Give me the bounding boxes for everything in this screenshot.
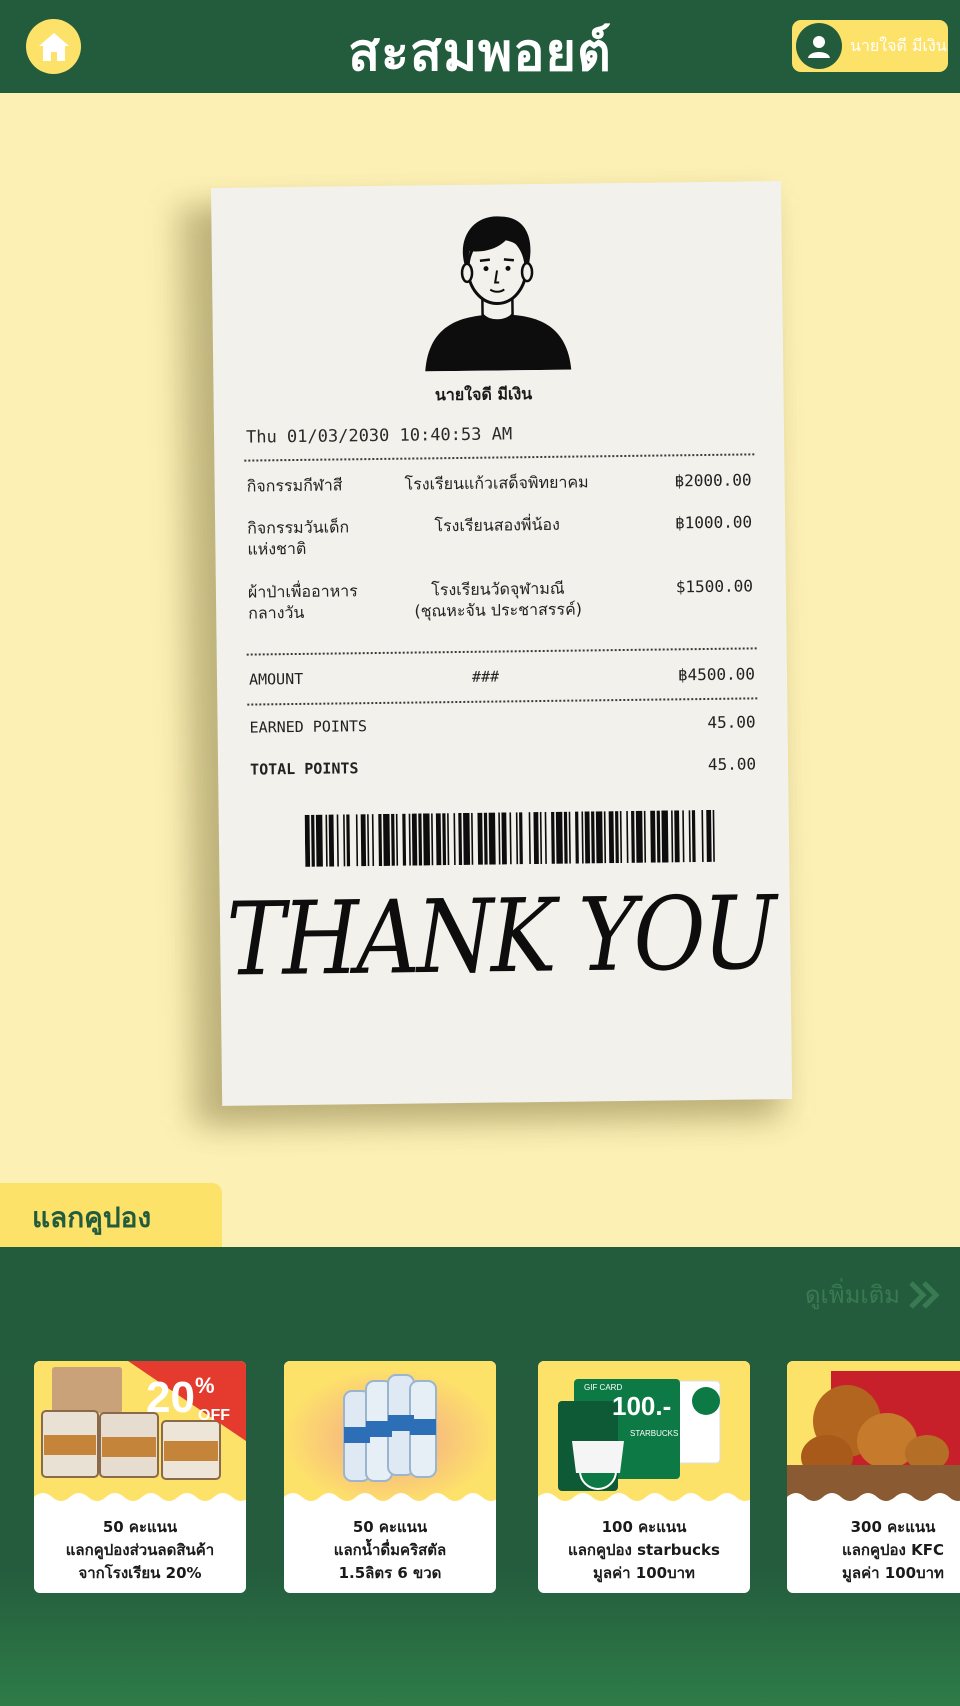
- gift-card-value: 100.-: [612, 1391, 672, 1421]
- receipt-user-name: นายใจดี มีเงิน: [434, 384, 533, 405]
- item-activity: กิจกรรมกีฬาสี: [246, 475, 343, 496]
- see-more-link[interactable]: ดูเพิ่มเติม: [805, 1275, 942, 1314]
- coupon-card[interactable]: 300 คะแนน แลกคูปอง KFC มูลค่า 100บาท: [787, 1361, 960, 1593]
- item-amount: ฿2000.00: [674, 470, 752, 491]
- coupon-card[interactable]: 50 คะแนน แลกน้ำดื่มคริสตัล 1.5ลิตร 6 ขวด: [284, 1361, 496, 1593]
- receipt-item: กิจกรรมวันเด็กแห่งชาติ โรงเรียนสองพี่น้อ…: [247, 511, 752, 558]
- receipt-datetime: Thu 01/03/2030 10:40:53 AM: [245, 424, 513, 448]
- coupon-image-kfc-chicken: [787, 1361, 960, 1501]
- coupon-detail: มูลค่า 100บาท: [842, 1564, 944, 1582]
- item-school: โรงเรียนสองพี่น้อง: [434, 514, 560, 536]
- coupon-card-text: 50 คะแนน แลกน้ำดื่มคริสตัล 1.5ลิตร 6 ขวด: [284, 1516, 496, 1585]
- coupon-card-text: 100 คะแนน แลกคูปอง starbucks มูลค่า 100บ…: [538, 1516, 750, 1585]
- coupon-image-starbucks-card: GIF CARD 100.- STARBUCKS CARD: [538, 1361, 750, 1501]
- item-school: โรงเรียนแก้วเสด็จพิทยาคม: [404, 472, 589, 494]
- coupon-title: แลกคูปอง KFC: [842, 1541, 944, 1559]
- receipt: นายใจดี มีเงิน Thu 01/03/2030 10:40:53 A…: [211, 181, 793, 1106]
- coupon-detail: มูลค่า 100บาท: [593, 1564, 695, 1582]
- card-wave-divider: [538, 1493, 750, 1507]
- coupon-points: 300 คะแนน: [850, 1518, 936, 1536]
- amount-label: AMOUNT: [248, 669, 304, 689]
- item-activity: กิจกรรมวันเด็กแห่งชาติ: [247, 517, 350, 559]
- discount-badge-number: 20: [146, 1373, 195, 1422]
- item-school: โรงเรียนวัดจุฬามณี (ชุณหะจัน ประชาสรรค์): [414, 578, 583, 621]
- coupon-card-text: 300 คะแนน แลกคูปอง KFC มูลค่า 100บาท: [787, 1516, 960, 1585]
- item-activity: ผ้าป่าเพื่ออาหารกลางวัน: [247, 581, 358, 623]
- coupon-points: 50 คะแนน: [102, 1518, 178, 1536]
- total-points-value: 45.00: [707, 754, 757, 774]
- coupon-detail: จากโรงเรียน 20%: [78, 1564, 202, 1582]
- item-amount: $1500.00: [675, 576, 754, 597]
- coupon-detail: 1.5ลิตร 6 ขวด: [338, 1564, 442, 1582]
- double-chevron-right-icon: [909, 1280, 940, 1309]
- coupon-section-title: แลกคูปอง: [32, 1201, 152, 1234]
- coupon-section-tab: แลกคูปอง: [0, 1183, 222, 1247]
- coupon-points: 50 คะแนน: [352, 1518, 428, 1536]
- discount-badge-off: OFF: [198, 1407, 230, 1424]
- coupon-image-water-bottles: [284, 1361, 496, 1501]
- discount-badge-percent: %: [194, 1373, 215, 1398]
- barcode: [304, 809, 715, 867]
- user-profile-button[interactable]: นายใจดี มีเงิน: [792, 20, 948, 72]
- see-more-label: ดูเพิ่มเติม: [804, 1281, 900, 1309]
- card-wave-divider: [787, 1493, 960, 1507]
- thank-you-text: THANK YOU: [225, 873, 775, 999]
- amount-total: ฿4500.00: [677, 664, 756, 685]
- user-icon: [796, 23, 842, 69]
- gift-card-brand: STARBUCKS CARD: [630, 1429, 704, 1438]
- coupon-card-text: 50 คะแนน แลกคูปองส่วนลดสินค้า จากโรงเรีย…: [34, 1516, 246, 1585]
- coupon-card[interactable]: 20% OFF 50 คะแนน แลกคูปองส่วนลดสินค้า จา…: [34, 1361, 246, 1593]
- divider: [244, 453, 755, 462]
- amount-placeholder: ###: [471, 667, 500, 686]
- total-points-label: TOTAL POINTS: [249, 759, 359, 779]
- coupon-title: แลกคูปองส่วนลดสินค้า: [65, 1541, 215, 1559]
- divider: [247, 697, 758, 706]
- coupon-title: แลกน้ำดื่มคริสตัล: [333, 1541, 447, 1559]
- earned-points-value: 45.00: [707, 712, 756, 732]
- receipt-item: ผ้าป่าเพื่ออาหารกลางวัน โรงเรียนวัดจุฬาม…: [248, 575, 753, 622]
- divider: [246, 647, 757, 656]
- person-avatar-icon: [425, 216, 572, 372]
- receipt-item: กิจกรรมกีฬาสี โรงเรียนแก้วเสด็จพิทยาคม ฿…: [247, 469, 752, 495]
- card-wave-divider: [34, 1493, 246, 1507]
- card-wave-divider: [284, 1493, 496, 1507]
- coupon-section: ดูเพิ่มเติม 20% OFF 50 คะแนน แลกคูปองส่ว…: [0, 1247, 960, 1706]
- coupon-card[interactable]: GIF CARD 100.- STARBUCKS CARD 100 คะแนน …: [538, 1361, 750, 1593]
- top-bar: สะสมพอยต์ นายใจดี มีเงิน: [0, 0, 960, 93]
- user-name: นายใจดี มีเงิน: [850, 35, 947, 55]
- earned-points-label: EARNED POINTS: [249, 717, 368, 737]
- coupon-title: แลกคูปอง starbucks: [568, 1541, 720, 1559]
- coupon-image-school-products: 20% OFF: [34, 1361, 246, 1501]
- item-amount: ฿1000.00: [674, 512, 753, 533]
- coupon-points: 100 คะแนน: [601, 1518, 687, 1536]
